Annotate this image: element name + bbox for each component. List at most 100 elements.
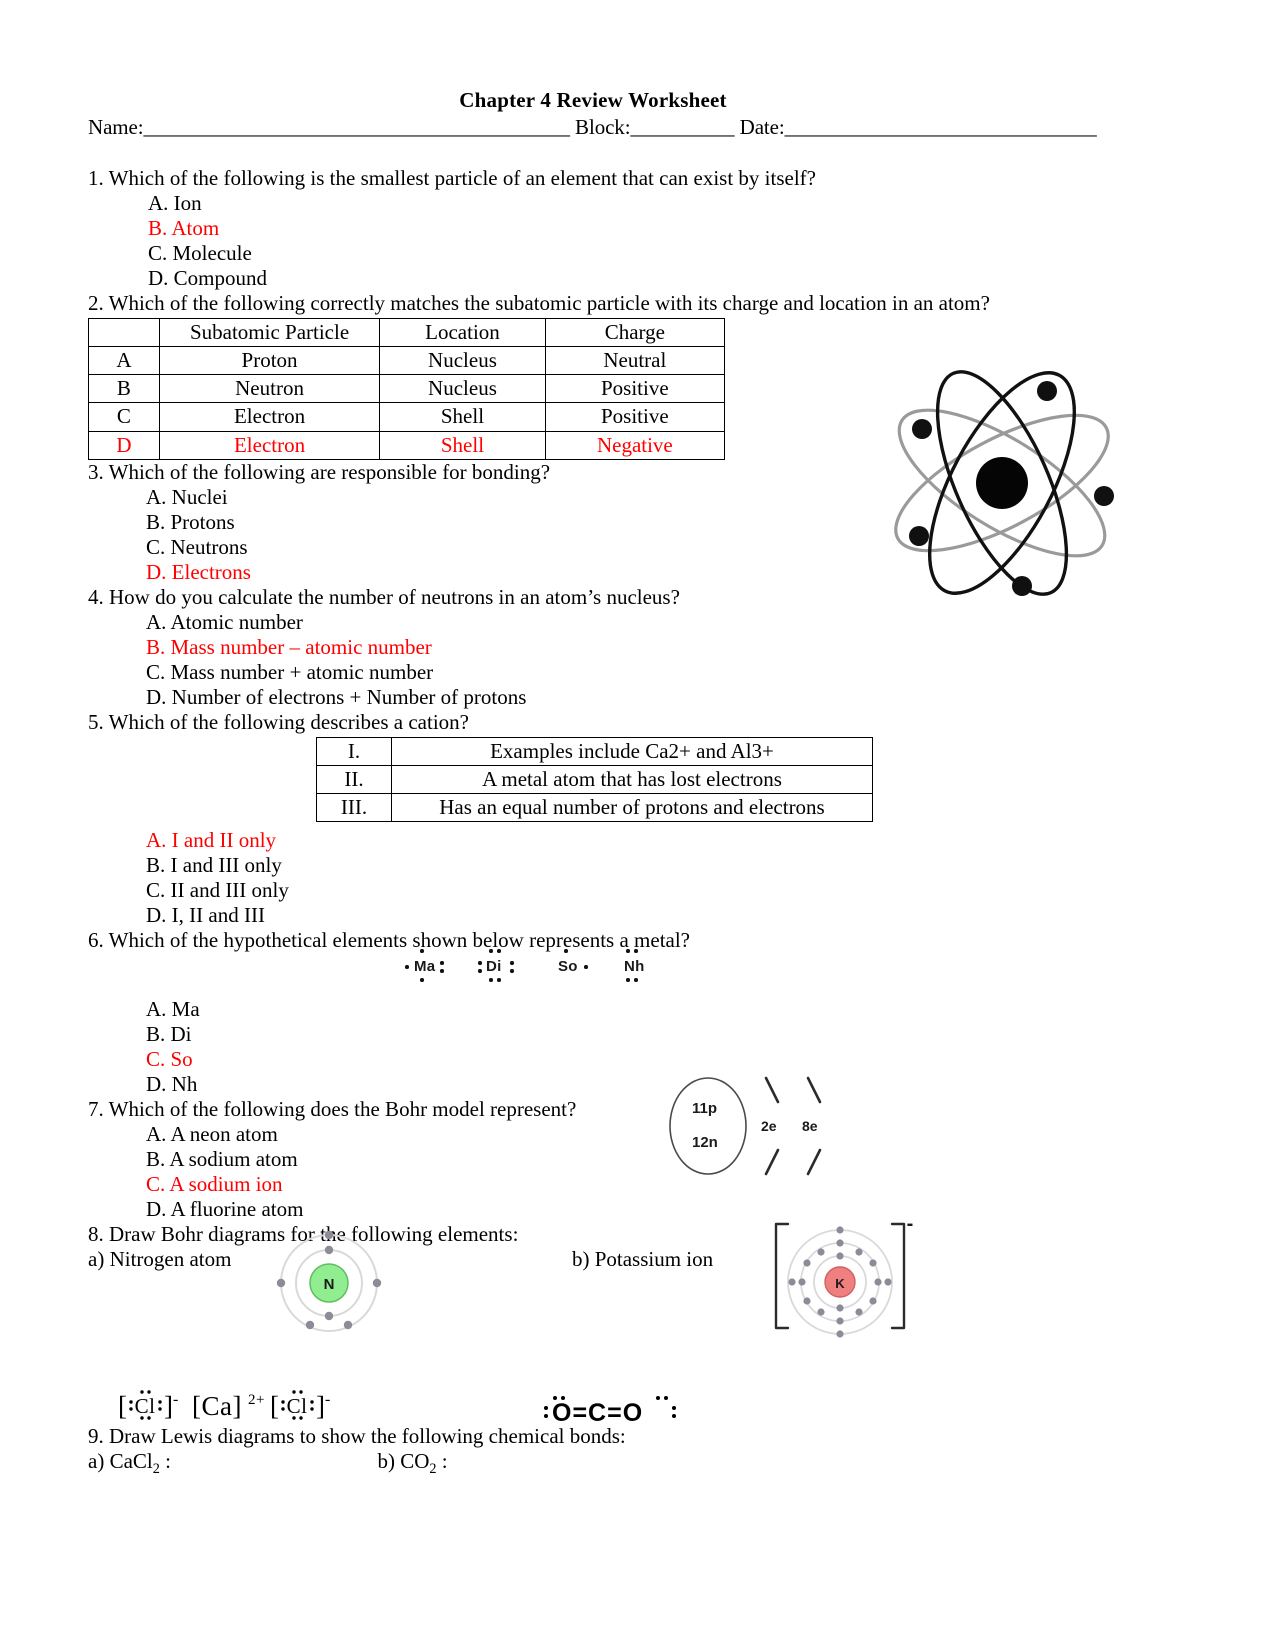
q5-row-3-numeral: III.: [316, 793, 392, 823]
q2-row-a-location: Nucleus: [379, 346, 546, 376]
lewis-dot: [626, 978, 630, 982]
q4-option-b[interactable]: B. Mass number – atomic number: [146, 635, 1098, 660]
q9-part-a-subscript: 2: [152, 1461, 160, 1478]
lewis-symbol-so: So: [558, 958, 578, 975]
q9-part-a-formula: a) CaCl: [88, 1448, 153, 1473]
cacl2-lewis-icon: [ Cl ] - [Ca] 2+ [ Cl ] -: [118, 1390, 330, 1421]
table-row[interactable]: B Neutron Nucleus Positive: [88, 374, 726, 404]
svg-text:K: K: [835, 1276, 845, 1291]
lewis-dot: [478, 961, 482, 965]
q5-option-c[interactable]: C. II and III only: [146, 878, 1098, 903]
name-blank[interactable]: ________________________________________…: [143, 115, 570, 139]
q5-row-3-statement: Has an equal number of protons and elect…: [391, 793, 873, 823]
q2-header-charge: Charge: [544, 317, 726, 348]
block-label-text: Block:: [575, 115, 631, 139]
q1-option-a[interactable]: A. Ion: [148, 191, 1098, 216]
q5-table: I. Examples include Ca2+ and Al3+ II. A …: [316, 736, 873, 823]
q6-option-a[interactable]: A. Ma: [146, 997, 1098, 1022]
q2-header-location: Location: [379, 317, 546, 348]
q7-option-c[interactable]: C. A sodium ion: [146, 1172, 1098, 1197]
q5-row-2-numeral: II.: [316, 764, 392, 795]
date-blank[interactable]: ______________________________: [785, 115, 1097, 139]
q6-option-c[interactable]: C. So: [146, 1047, 1098, 1072]
question-5-text: 5. Which of the following describes a ca…: [88, 709, 469, 734]
lewis-dot: [420, 949, 424, 953]
q7-bohr-model: 11p 12n 2e 8e: [668, 1072, 848, 1180]
q8-nitrogen-bohr-diagram: N: [268, 1228, 390, 1338]
lewis-dot: [497, 949, 501, 953]
q9-part-b-subscript: 2: [429, 1461, 437, 1478]
table-row-answer[interactable]: D Electron Shell Negative: [88, 430, 726, 460]
co2-lewis-icon: O=C=O: [544, 1396, 676, 1427]
q9-parts-row: a) CaCl2 : b) CO2 :: [88, 1449, 1098, 1478]
q9-part-b-formula: b) CO: [377, 1448, 430, 1473]
table-row[interactable]: A Proton Nucleus Neutral: [88, 346, 726, 376]
q7-option-b[interactable]: B. A sodium atom: [146, 1147, 1098, 1172]
q4-option-c[interactable]: C. Mass number + atomic number: [146, 660, 1098, 685]
bohr-nucleus-protons: 11p: [692, 1100, 718, 1117]
svg-text:O=C=O: O=C=O: [552, 1399, 643, 1427]
q5-row-1-statement: Examples include Ca2+ and Al3+: [391, 736, 873, 766]
document-content: Chapter 4 Review Worksheet Name:________…: [88, 88, 1098, 1478]
lewis-symbol-nh: Nh: [624, 958, 645, 975]
q6-option-b[interactable]: B. Di: [146, 1022, 1098, 1047]
q6-lewis-structures: Ma Di So Nh: [400, 940, 680, 995]
atom-icon: [894, 370, 1114, 596]
table-row: I. Examples include Ca2+ and Al3+: [316, 736, 873, 766]
table-row[interactable]: C Electron Shell Positive: [88, 402, 726, 432]
lewis-structure-nh: Nh: [612, 940, 672, 992]
q2-header-particle: Subatomic Particle: [158, 317, 381, 348]
q2-row-c-location: Shell: [379, 402, 546, 432]
lewis-dot: [564, 949, 568, 953]
lewis-structure-di: Di: [472, 940, 532, 992]
q2-row-b-label: B: [88, 374, 160, 404]
q1-option-c[interactable]: C. Molecule: [148, 241, 1098, 266]
worksheet-page: Chapter 4 Review Worksheet Name:________…: [0, 0, 1275, 1650]
q8-part-a-label: a) Nitrogen atom: [88, 1247, 232, 1271]
lewis-dot: [405, 965, 409, 969]
bohr-shell-1-label: 2e: [761, 1118, 777, 1134]
date-label: Date:: [739, 115, 785, 139]
svg-text:[: [: [118, 1391, 128, 1421]
lewis-symbol-ma: Ma: [414, 958, 436, 975]
lewis-dot: [626, 949, 630, 953]
q9-part-a-tail: :: [159, 1448, 171, 1473]
lewis-structure-so: So: [546, 940, 606, 992]
q2-row-a-charge: Neutral: [544, 346, 726, 376]
lewis-dot: [497, 978, 501, 982]
q4-option-d[interactable]: D. Number of electrons + Number of proto…: [146, 685, 1098, 710]
q5-option-d[interactable]: D. I, II and III: [146, 903, 1098, 928]
table-row: II. A metal atom that has lost electrons: [316, 764, 873, 795]
q8-part-b-label: b) Potassium ion: [571, 1247, 714, 1271]
question-1-text: 1. Which of the following is the smalles…: [88, 166, 816, 190]
q2-row-a-label: A: [88, 346, 160, 376]
q1-option-d[interactable]: D. Compound: [148, 266, 1098, 291]
bohr-model-icon: [669, 1076, 822, 1176]
q2-row-b-charge: Positive: [544, 374, 726, 404]
q5-option-b[interactable]: B. I and III only: [146, 853, 1098, 878]
lewis-dot: [440, 969, 444, 973]
q5-option-a[interactable]: A. I and II only: [146, 828, 1098, 853]
q2-row-d-particle: Electron: [158, 430, 381, 460]
q8-potassium-bohr-diagram: - K: [764, 1212, 916, 1340]
table-row: III. Has an equal number of protons and …: [316, 793, 873, 823]
q2-row-d-location: Shell: [379, 430, 546, 460]
q2-row-c-particle: Electron: [158, 402, 381, 432]
lewis-dot: [510, 969, 514, 973]
lewis-symbol-di: Di: [486, 958, 502, 975]
bohr-shell-2-label: 8e: [802, 1118, 818, 1134]
lewis-dot: [584, 965, 588, 969]
nitrogen-bohr-icon: N: [276, 1230, 382, 1332]
block-blank[interactable]: __________: [630, 115, 734, 139]
lewis-dot: [510, 961, 514, 965]
q7-option-d[interactable]: D. A fluorine atom: [146, 1197, 1098, 1222]
q7-option-a[interactable]: A. A neon atom: [146, 1122, 1098, 1147]
q2-row-a-particle: Proton: [158, 346, 381, 376]
q6-option-d[interactable]: D. Nh: [146, 1072, 1098, 1097]
q1-option-b[interactable]: B. Atom: [148, 216, 1098, 241]
q2-header-blank: [88, 317, 160, 348]
svg-text:N: N: [324, 1276, 335, 1293]
q9-co2-answer: O=C=O: [540, 1388, 680, 1441]
q2-table: Subatomic Particle Location Charge A Pro…: [88, 317, 726, 460]
